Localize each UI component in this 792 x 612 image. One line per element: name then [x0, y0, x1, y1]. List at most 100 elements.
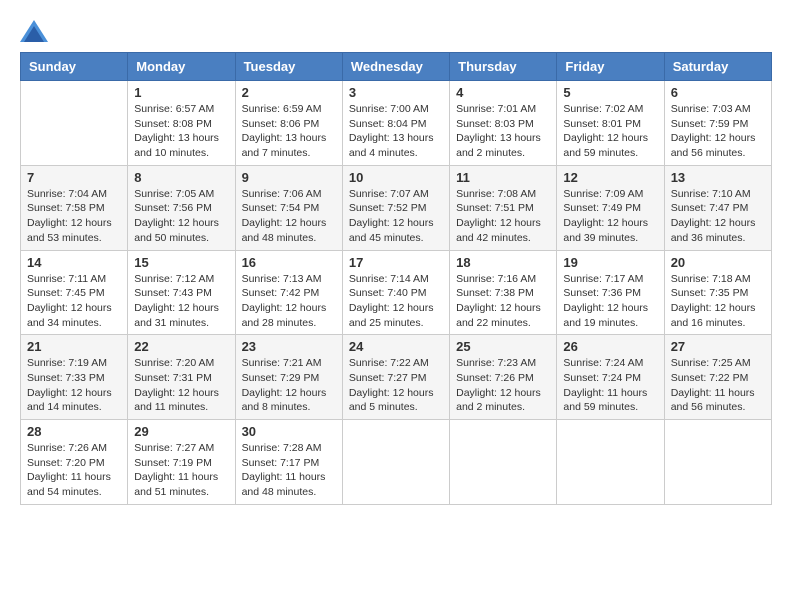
calendar-week-1: 1 Sunrise: 6:57 AMSunset: 8:08 PMDayligh… — [21, 81, 772, 166]
day-number: 23 — [242, 339, 336, 354]
calendar-cell: 12 Sunrise: 7:09 AMSunset: 7:49 PMDaylig… — [557, 165, 664, 250]
calendar-cell: 19 Sunrise: 7:17 AMSunset: 7:36 PMDaylig… — [557, 250, 664, 335]
logo — [20, 20, 52, 42]
day-info: Sunrise: 7:12 AMSunset: 7:43 PMDaylight:… — [134, 272, 228, 331]
day-info: Sunrise: 7:08 AMSunset: 7:51 PMDaylight:… — [456, 187, 550, 246]
day-info: Sunrise: 7:20 AMSunset: 7:31 PMDaylight:… — [134, 356, 228, 415]
calendar-cell: 30 Sunrise: 7:28 AMSunset: 7:17 PMDaylig… — [235, 420, 342, 505]
day-info: Sunrise: 6:57 AMSunset: 8:08 PMDaylight:… — [134, 102, 228, 161]
day-info: Sunrise: 7:17 AMSunset: 7:36 PMDaylight:… — [563, 272, 657, 331]
day-number: 3 — [349, 85, 443, 100]
calendar-cell: 4 Sunrise: 7:01 AMSunset: 8:03 PMDayligh… — [450, 81, 557, 166]
calendar-cell — [342, 420, 449, 505]
calendar-cell: 1 Sunrise: 6:57 AMSunset: 8:08 PMDayligh… — [128, 81, 235, 166]
calendar-cell: 17 Sunrise: 7:14 AMSunset: 7:40 PMDaylig… — [342, 250, 449, 335]
page-header — [20, 20, 772, 42]
day-info: Sunrise: 7:24 AMSunset: 7:24 PMDaylight:… — [563, 356, 657, 415]
day-info: Sunrise: 7:26 AMSunset: 7:20 PMDaylight:… — [27, 441, 121, 500]
day-info: Sunrise: 6:59 AMSunset: 8:06 PMDaylight:… — [242, 102, 336, 161]
calendar-week-2: 7 Sunrise: 7:04 AMSunset: 7:58 PMDayligh… — [21, 165, 772, 250]
day-number: 19 — [563, 255, 657, 270]
header-sunday: Sunday — [21, 53, 128, 81]
calendar-body: 1 Sunrise: 6:57 AMSunset: 8:08 PMDayligh… — [21, 81, 772, 505]
calendar-cell: 11 Sunrise: 7:08 AMSunset: 7:51 PMDaylig… — [450, 165, 557, 250]
calendar-header-row: SundayMondayTuesdayWednesdayThursdayFrid… — [21, 53, 772, 81]
day-info: Sunrise: 7:19 AMSunset: 7:33 PMDaylight:… — [27, 356, 121, 415]
day-info: Sunrise: 7:05 AMSunset: 7:56 PMDaylight:… — [134, 187, 228, 246]
calendar-cell: 27 Sunrise: 7:25 AMSunset: 7:22 PMDaylig… — [664, 335, 771, 420]
calendar-week-3: 14 Sunrise: 7:11 AMSunset: 7:45 PMDaylig… — [21, 250, 772, 335]
day-number: 25 — [456, 339, 550, 354]
day-number: 6 — [671, 85, 765, 100]
calendar-cell: 16 Sunrise: 7:13 AMSunset: 7:42 PMDaylig… — [235, 250, 342, 335]
header-monday: Monday — [128, 53, 235, 81]
day-info: Sunrise: 7:09 AMSunset: 7:49 PMDaylight:… — [563, 187, 657, 246]
day-info: Sunrise: 7:04 AMSunset: 7:58 PMDaylight:… — [27, 187, 121, 246]
day-number: 30 — [242, 424, 336, 439]
calendar-cell — [21, 81, 128, 166]
day-info: Sunrise: 7:00 AMSunset: 8:04 PMDaylight:… — [349, 102, 443, 161]
day-info: Sunrise: 7:27 AMSunset: 7:19 PMDaylight:… — [134, 441, 228, 500]
day-number: 1 — [134, 85, 228, 100]
header-tuesday: Tuesday — [235, 53, 342, 81]
day-info: Sunrise: 7:02 AMSunset: 8:01 PMDaylight:… — [563, 102, 657, 161]
day-info: Sunrise: 7:10 AMSunset: 7:47 PMDaylight:… — [671, 187, 765, 246]
day-number: 12 — [563, 170, 657, 185]
day-info: Sunrise: 7:25 AMSunset: 7:22 PMDaylight:… — [671, 356, 765, 415]
calendar-cell: 24 Sunrise: 7:22 AMSunset: 7:27 PMDaylig… — [342, 335, 449, 420]
calendar-cell: 7 Sunrise: 7:04 AMSunset: 7:58 PMDayligh… — [21, 165, 128, 250]
calendar-cell: 23 Sunrise: 7:21 AMSunset: 7:29 PMDaylig… — [235, 335, 342, 420]
day-number: 29 — [134, 424, 228, 439]
header-wednesday: Wednesday — [342, 53, 449, 81]
calendar-cell: 10 Sunrise: 7:07 AMSunset: 7:52 PMDaylig… — [342, 165, 449, 250]
day-info: Sunrise: 7:22 AMSunset: 7:27 PMDaylight:… — [349, 356, 443, 415]
calendar-cell — [450, 420, 557, 505]
day-info: Sunrise: 7:07 AMSunset: 7:52 PMDaylight:… — [349, 187, 443, 246]
day-number: 20 — [671, 255, 765, 270]
calendar-cell: 14 Sunrise: 7:11 AMSunset: 7:45 PMDaylig… — [21, 250, 128, 335]
day-number: 24 — [349, 339, 443, 354]
calendar-cell: 2 Sunrise: 6:59 AMSunset: 8:06 PMDayligh… — [235, 81, 342, 166]
day-info: Sunrise: 7:14 AMSunset: 7:40 PMDaylight:… — [349, 272, 443, 331]
header-friday: Friday — [557, 53, 664, 81]
day-number: 14 — [27, 255, 121, 270]
header-thursday: Thursday — [450, 53, 557, 81]
day-info: Sunrise: 7:16 AMSunset: 7:38 PMDaylight:… — [456, 272, 550, 331]
day-info: Sunrise: 7:06 AMSunset: 7:54 PMDaylight:… — [242, 187, 336, 246]
day-number: 17 — [349, 255, 443, 270]
day-number: 15 — [134, 255, 228, 270]
day-number: 2 — [242, 85, 336, 100]
day-info: Sunrise: 7:03 AMSunset: 7:59 PMDaylight:… — [671, 102, 765, 161]
calendar-cell: 22 Sunrise: 7:20 AMSunset: 7:31 PMDaylig… — [128, 335, 235, 420]
day-info: Sunrise: 7:23 AMSunset: 7:26 PMDaylight:… — [456, 356, 550, 415]
day-number: 5 — [563, 85, 657, 100]
day-number: 21 — [27, 339, 121, 354]
day-info: Sunrise: 7:11 AMSunset: 7:45 PMDaylight:… — [27, 272, 121, 331]
calendar-cell: 5 Sunrise: 7:02 AMSunset: 8:01 PMDayligh… — [557, 81, 664, 166]
calendar-table: SundayMondayTuesdayWednesdayThursdayFrid… — [20, 52, 772, 505]
calendar-cell: 6 Sunrise: 7:03 AMSunset: 7:59 PMDayligh… — [664, 81, 771, 166]
calendar-cell: 9 Sunrise: 7:06 AMSunset: 7:54 PMDayligh… — [235, 165, 342, 250]
day-number: 9 — [242, 170, 336, 185]
day-number: 10 — [349, 170, 443, 185]
day-number: 11 — [456, 170, 550, 185]
logo-icon — [20, 20, 48, 42]
day-number: 16 — [242, 255, 336, 270]
calendar-cell: 13 Sunrise: 7:10 AMSunset: 7:47 PMDaylig… — [664, 165, 771, 250]
day-number: 22 — [134, 339, 228, 354]
day-info: Sunrise: 7:01 AMSunset: 8:03 PMDaylight:… — [456, 102, 550, 161]
calendar-cell: 25 Sunrise: 7:23 AMSunset: 7:26 PMDaylig… — [450, 335, 557, 420]
calendar-week-5: 28 Sunrise: 7:26 AMSunset: 7:20 PMDaylig… — [21, 420, 772, 505]
calendar-cell — [557, 420, 664, 505]
calendar-cell: 20 Sunrise: 7:18 AMSunset: 7:35 PMDaylig… — [664, 250, 771, 335]
day-info: Sunrise: 7:21 AMSunset: 7:29 PMDaylight:… — [242, 356, 336, 415]
calendar-cell — [664, 420, 771, 505]
day-number: 7 — [27, 170, 121, 185]
day-number: 27 — [671, 339, 765, 354]
calendar-cell: 28 Sunrise: 7:26 AMSunset: 7:20 PMDaylig… — [21, 420, 128, 505]
calendar-cell: 18 Sunrise: 7:16 AMSunset: 7:38 PMDaylig… — [450, 250, 557, 335]
day-number: 4 — [456, 85, 550, 100]
day-number: 28 — [27, 424, 121, 439]
calendar-cell: 26 Sunrise: 7:24 AMSunset: 7:24 PMDaylig… — [557, 335, 664, 420]
header-saturday: Saturday — [664, 53, 771, 81]
